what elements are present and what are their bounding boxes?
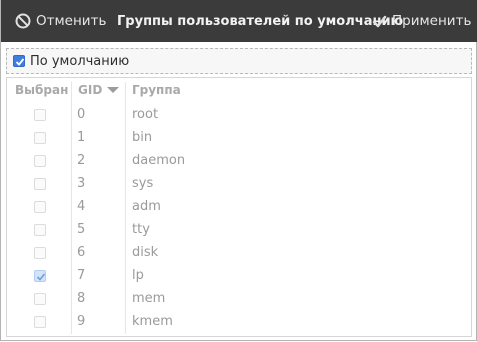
apply-label: Применить — [392, 13, 472, 29]
apply-button[interactable]: Применить — [372, 0, 471, 42]
group-cell: disk — [132, 245, 159, 260]
sort-descending-icon — [107, 87, 120, 93]
default-checkbox[interactable] — [13, 55, 25, 67]
dialog-title: Группы пользователей по умолчанию — [117, 13, 404, 29]
groups-table: Выбран GID Группа 0 root 1 bin 2 daemon … — [6, 77, 472, 337]
group-cell: root — [132, 107, 159, 122]
gid-cell: 5 — [77, 222, 86, 237]
column-header-selected[interactable]: Выбран — [15, 78, 68, 102]
header-bar: Отменить Группы пользователей по умолчан… — [1, 0, 477, 42]
table-row[interactable]: 6 disk — [7, 241, 471, 264]
group-cell: lp — [132, 268, 144, 283]
checkmark-icon — [36, 272, 46, 281]
cancel-label: Отменить — [36, 13, 107, 29]
row-checkbox[interactable] — [34, 200, 46, 213]
row-checkbox[interactable] — [34, 154, 46, 167]
gid-cell: 4 — [77, 199, 86, 214]
group-cell: kmem — [132, 314, 173, 329]
cancel-button[interactable]: Отменить — [15, 0, 106, 42]
row-checkbox[interactable] — [34, 315, 46, 328]
table-row[interactable]: 7 lp — [7, 264, 471, 287]
row-checkbox[interactable] — [34, 269, 46, 282]
group-cell: tty — [132, 222, 150, 237]
gid-cell: 3 — [77, 176, 86, 191]
checkmark-icon — [372, 15, 387, 27]
gid-cell: 6 — [77, 245, 86, 260]
row-checkbox[interactable] — [34, 223, 46, 236]
gid-cell: 9 — [77, 314, 86, 329]
group-cell: mem — [132, 291, 166, 306]
dialog-window: Отменить Группы пользователей по умолчан… — [0, 0, 477, 341]
gid-cell: 1 — [77, 130, 86, 145]
table-row[interactable]: 4 adm — [7, 195, 471, 218]
cancel-icon — [15, 13, 31, 29]
gid-cell: 2 — [77, 153, 86, 168]
dialog-content: По умолчанию Выбран GID Группа 0 root 1 … — [6, 48, 472, 337]
default-option-label: По умолчанию — [30, 53, 130, 69]
table-row[interactable]: 8 mem — [7, 287, 471, 310]
column-header-gid-label: GID — [78, 83, 103, 97]
table-row[interactable]: 1 bin — [7, 126, 471, 149]
gid-cell: 8 — [77, 291, 86, 306]
row-checkbox[interactable] — [34, 177, 46, 190]
table-row[interactable]: 0 root — [7, 103, 471, 126]
group-cell: bin — [132, 130, 153, 145]
column-header-gid[interactable]: GID — [78, 78, 120, 102]
table-row[interactable]: 9 kmem — [7, 310, 471, 333]
default-option-row[interactable]: По умолчанию — [6, 48, 472, 74]
group-cell: adm — [132, 199, 161, 214]
group-cell: sys — [132, 176, 154, 191]
checkmark-icon — [15, 58, 25, 66]
row-checkbox[interactable] — [34, 292, 46, 305]
column-header-group[interactable]: Группа — [132, 78, 181, 102]
row-checkbox[interactable] — [34, 246, 46, 259]
row-checkbox[interactable] — [34, 108, 46, 121]
group-cell: daemon — [132, 153, 186, 168]
gid-cell: 7 — [77, 268, 86, 283]
table-row[interactable]: 2 daemon — [7, 149, 471, 172]
table-row[interactable]: 3 sys — [7, 172, 471, 195]
table-row[interactable]: 5 tty — [7, 218, 471, 241]
gid-cell: 0 — [77, 107, 86, 122]
table-header: Выбран GID Группа — [7, 78, 471, 102]
row-checkbox[interactable] — [34, 131, 46, 144]
